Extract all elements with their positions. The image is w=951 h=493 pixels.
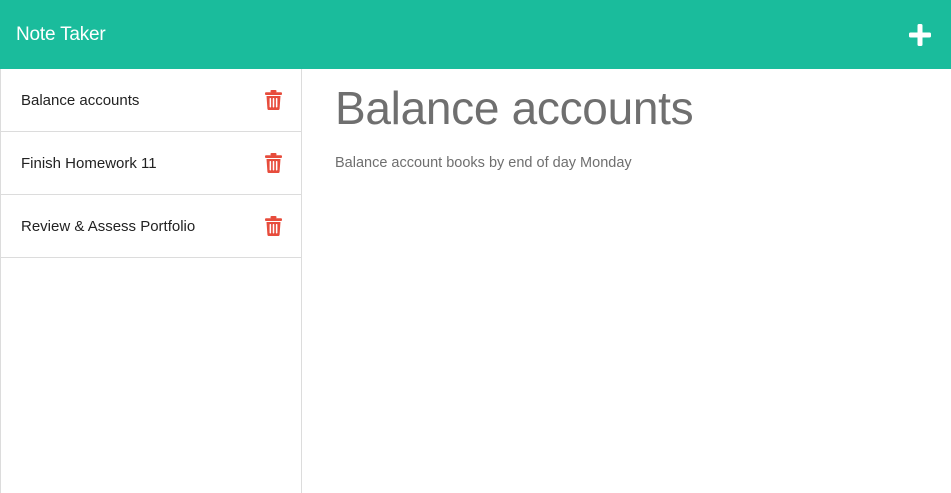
note-list: Balance accounts Finish Homework 11 Revi… bbox=[0, 69, 302, 493]
trash-icon bbox=[265, 153, 282, 173]
note-list-item-title: Finish Homework 11 bbox=[21, 154, 157, 172]
note-list-item-title: Review & Assess Portfolio bbox=[21, 217, 196, 235]
note-editor: Balance accounts Balance account books b… bbox=[303, 69, 951, 493]
delete-note-button[interactable] bbox=[265, 90, 282, 110]
navbar: Note Taker bbox=[0, 0, 951, 69]
trash-icon bbox=[265, 90, 282, 110]
note-title-display[interactable]: Balance accounts bbox=[335, 82, 951, 134]
plus-icon bbox=[909, 23, 931, 46]
note-list-item-title: Balance accounts bbox=[21, 91, 140, 109]
app-title[interactable]: Note Taker bbox=[16, 24, 106, 46]
delete-note-button[interactable] bbox=[265, 216, 282, 236]
delete-note-button[interactable] bbox=[265, 153, 282, 173]
note-list-item[interactable]: Finish Homework 11 bbox=[1, 132, 301, 195]
note-text-display[interactable]: Balance account books by end of day Mond… bbox=[335, 155, 951, 171]
note-list-item[interactable]: Review & Assess Portfolio bbox=[1, 195, 301, 258]
note-list-item[interactable]: Balance accounts bbox=[1, 69, 301, 132]
trash-icon bbox=[265, 216, 282, 236]
new-note-button[interactable] bbox=[905, 20, 935, 50]
